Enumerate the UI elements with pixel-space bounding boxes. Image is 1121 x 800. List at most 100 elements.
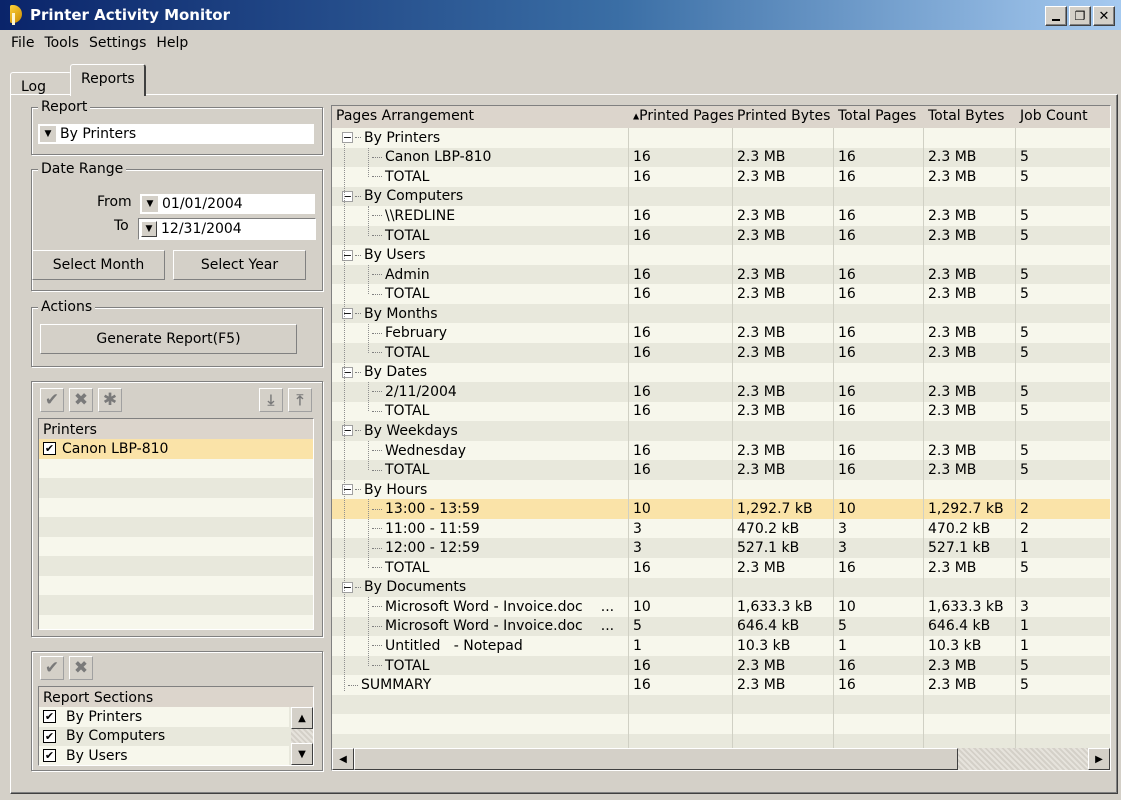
tree-item-row[interactable]: TOTAL 16 2.3 MB 16 2.3 MB 5	[332, 401, 1110, 422]
menu-file[interactable]: File	[6, 35, 39, 51]
tree-group-row[interactable]: − By Dates	[332, 362, 1110, 383]
cell-arrangement: \\REDLINE	[332, 206, 629, 226]
scroll-right-button[interactable]: ▶	[1088, 748, 1110, 770]
section-checkbox[interactable]: ✔	[43, 749, 56, 763]
section-item[interactable]: ✔ By Computers	[39, 726, 289, 746]
sections-uncheck-all-button[interactable]: ✖	[69, 656, 93, 680]
tree-item-row[interactable]: 2/11/2004 16 2.3 MB 16 2.3 MB 5	[332, 382, 1110, 402]
export-button[interactable]: ⤒	[288, 388, 312, 412]
tab-log[interactable]: Log	[10, 72, 72, 96]
section-checkbox[interactable]: ✔	[43, 729, 56, 743]
ellipsis-button[interactable]: ...	[601, 618, 614, 634]
column-header-printed-bytes[interactable]: Printed Bytes	[733, 106, 834, 128]
tree-group-row[interactable]: − By Computers	[332, 186, 1110, 207]
tree-item-row[interactable]: \\REDLINE 16 2.3 MB 16 2.3 MB 5	[332, 206, 1110, 226]
cell-printed-pages: 3	[629, 518, 733, 539]
section-checkbox[interactable]: ✔	[43, 710, 56, 724]
select-year-button[interactable]: Select Year	[173, 250, 306, 280]
horizontal-scrollbar[interactable]: ◀ ▶	[332, 748, 1110, 770]
cell-arrangement: Admin	[332, 264, 629, 285]
cell-arrangement: 12:00 - 12:59	[332, 538, 629, 559]
tree-group-row[interactable]: − By Printers	[332, 128, 1110, 148]
tree-item-row[interactable]: TOTAL 16 2.3 MB 16 2.3 MB 5	[332, 655, 1110, 676]
scroll-down-button[interactable]: ▼	[291, 743, 313, 765]
menu-tools[interactable]: Tools	[39, 35, 84, 51]
collapse-icon[interactable]: −	[342, 132, 353, 144]
tree-item-row[interactable]: Wednesday 16 2.3 MB 16 2.3 MB 5	[332, 440, 1110, 461]
scroll-track[interactable]	[291, 729, 313, 743]
report-type-dropdown[interactable]: ▼ By Printers	[38, 124, 314, 144]
scroll-thumb[interactable]	[354, 748, 958, 770]
tree-item-row[interactable]: Canon LBP-810 16 2.3 MB 16 2.3 MB 5	[332, 147, 1110, 168]
printers-list-rows: ✔ Canon LBP-810	[39, 439, 313, 629]
close-button[interactable]: ✕	[1093, 6, 1115, 26]
tree-group-row[interactable]: − By Users	[332, 245, 1110, 265]
cell-printed-bytes	[733, 186, 834, 207]
section-item[interactable]: ✔ By Printers	[39, 707, 289, 727]
report-type-value: By Printers	[60, 126, 137, 142]
tree-group-row[interactable]: − By Documents	[332, 577, 1110, 598]
check-all-button[interactable]: ✔	[40, 388, 64, 412]
import-button[interactable]: ⤓	[259, 388, 283, 412]
tree-group-row[interactable]: SUMMARY 16 2.3 MB 16 2.3 MB 5	[332, 675, 1110, 695]
tree-item-row[interactable]: 12:00 - 12:59 3 527.1 kB 3 527.1 kB 1	[332, 538, 1110, 559]
printer-checkbox[interactable]: ✔	[43, 442, 56, 456]
tree-item-row[interactable]: TOTAL 16 2.3 MB 16 2.3 MB 5	[332, 167, 1110, 187]
menu-settings[interactable]: Settings	[84, 35, 151, 51]
menu-help[interactable]: Help	[151, 35, 193, 51]
scroll-track[interactable]	[958, 748, 1088, 770]
scroll-up-button[interactable]: ▲	[291, 707, 313, 729]
tree-item-row[interactable]: Admin 16 2.3 MB 16 2.3 MB 5	[332, 264, 1110, 285]
uncheck-all-button[interactable]: ✖	[69, 388, 93, 412]
minimize-button[interactable]	[1045, 6, 1067, 26]
report-group: Report ▼ By Printers	[31, 99, 323, 155]
column-header-total-bytes[interactable]: Total Bytes	[924, 106, 1016, 128]
sections-check-all-button[interactable]: ✔	[40, 656, 64, 680]
cell-job-count: 5	[1020, 266, 1029, 283]
tab-reports[interactable]: Reports	[70, 64, 146, 96]
select-month-button[interactable]: Select Month	[32, 250, 165, 280]
tree-item-row[interactable]: Untitled - Notepad 1 10.3 kB 1 10.3 kB 1	[332, 636, 1110, 656]
tree-group-row[interactable]: − By Weekdays	[332, 421, 1110, 441]
cell-printed-pages	[629, 245, 733, 265]
tree-item-row[interactable]: TOTAL 16 2.3 MB 16 2.3 MB 5	[332, 460, 1110, 480]
section-item[interactable]: ✔ By Users	[39, 746, 289, 765]
tree-group-row[interactable]: − By Hours	[332, 479, 1110, 500]
tree-item-row[interactable]: TOTAL 16 2.3 MB 16 2.3 MB 5	[332, 225, 1110, 246]
column-header-pages-arrangement[interactable]: Pages Arrangement	[332, 106, 629, 128]
row-label: TOTAL	[385, 344, 430, 361]
cell-printed-bytes: 2.3 MB	[733, 343, 834, 363]
generate-report-button[interactable]: Generate Report(F5)	[40, 324, 297, 354]
tree-item-row[interactable]: Microsoft Word - Invoice.doc... 10 1,633.3…	[332, 597, 1110, 617]
tree-connector	[372, 508, 382, 510]
column-header-job-count[interactable]: Job Count	[1016, 106, 1096, 128]
tree-item-row[interactable]: TOTAL 16 2.3 MB 16 2.3 MB 5	[332, 343, 1110, 363]
cell-total-pages: 10	[834, 499, 924, 519]
scroll-left-button[interactable]: ◀	[332, 748, 354, 770]
tree-item-row[interactable]: February 16 2.3 MB 16 2.3 MB 5	[332, 323, 1110, 344]
cell-printed-bytes: 1,633.3 kB	[733, 597, 834, 617]
cell-total-pages: 10	[834, 597, 924, 617]
column-header-total-pages[interactable]: Total Pages	[834, 106, 924, 128]
tree-group-row[interactable]: − By Months	[332, 303, 1110, 324]
cell-total-pages	[834, 577, 924, 598]
tree-item-row[interactable]: TOTAL 16 2.3 MB 16 2.3 MB 5	[332, 558, 1110, 578]
invert-selection-button[interactable]: ✱	[98, 388, 122, 412]
to-date-picker[interactable]: ▼ 12/31/2004	[138, 218, 316, 240]
cell-arrangement: February	[332, 323, 629, 344]
tree-item-row[interactable]: 11:00 - 11:59 3 470.2 kB 3 470.2 kB 2	[332, 518, 1110, 539]
cell-total-bytes: 2.3 MB	[924, 655, 1016, 676]
column-header-printed-pages[interactable]: ▲Printed Pages	[629, 106, 733, 128]
from-date-picker[interactable]: ▼ 01/01/2004	[140, 194, 315, 214]
ellipsis-button[interactable]: ...	[601, 599, 614, 615]
printer-item[interactable]: ✔ Canon LBP-810	[39, 439, 313, 459]
tree-item-row[interactable]: Microsoft Word - Invoice.doc... 5 646.4 kB…	[332, 616, 1110, 637]
cell-printed-bytes: 2.3 MB	[733, 225, 834, 246]
cell-total-pages: 16	[834, 460, 924, 480]
cell-total-bytes	[924, 421, 1016, 441]
cell-total-bytes: 2.3 MB	[924, 147, 1016, 168]
tree-item-row[interactable]: TOTAL 16 2.3 MB 16 2.3 MB 5	[332, 284, 1110, 304]
cell-printed-pages	[629, 128, 733, 148]
restore-button[interactable]: ❐	[1069, 6, 1091, 26]
tree-item-row[interactable]: 13:00 - 13:59 10 1,292.7 kB 10 1,292.7 kB 2	[332, 499, 1110, 519]
